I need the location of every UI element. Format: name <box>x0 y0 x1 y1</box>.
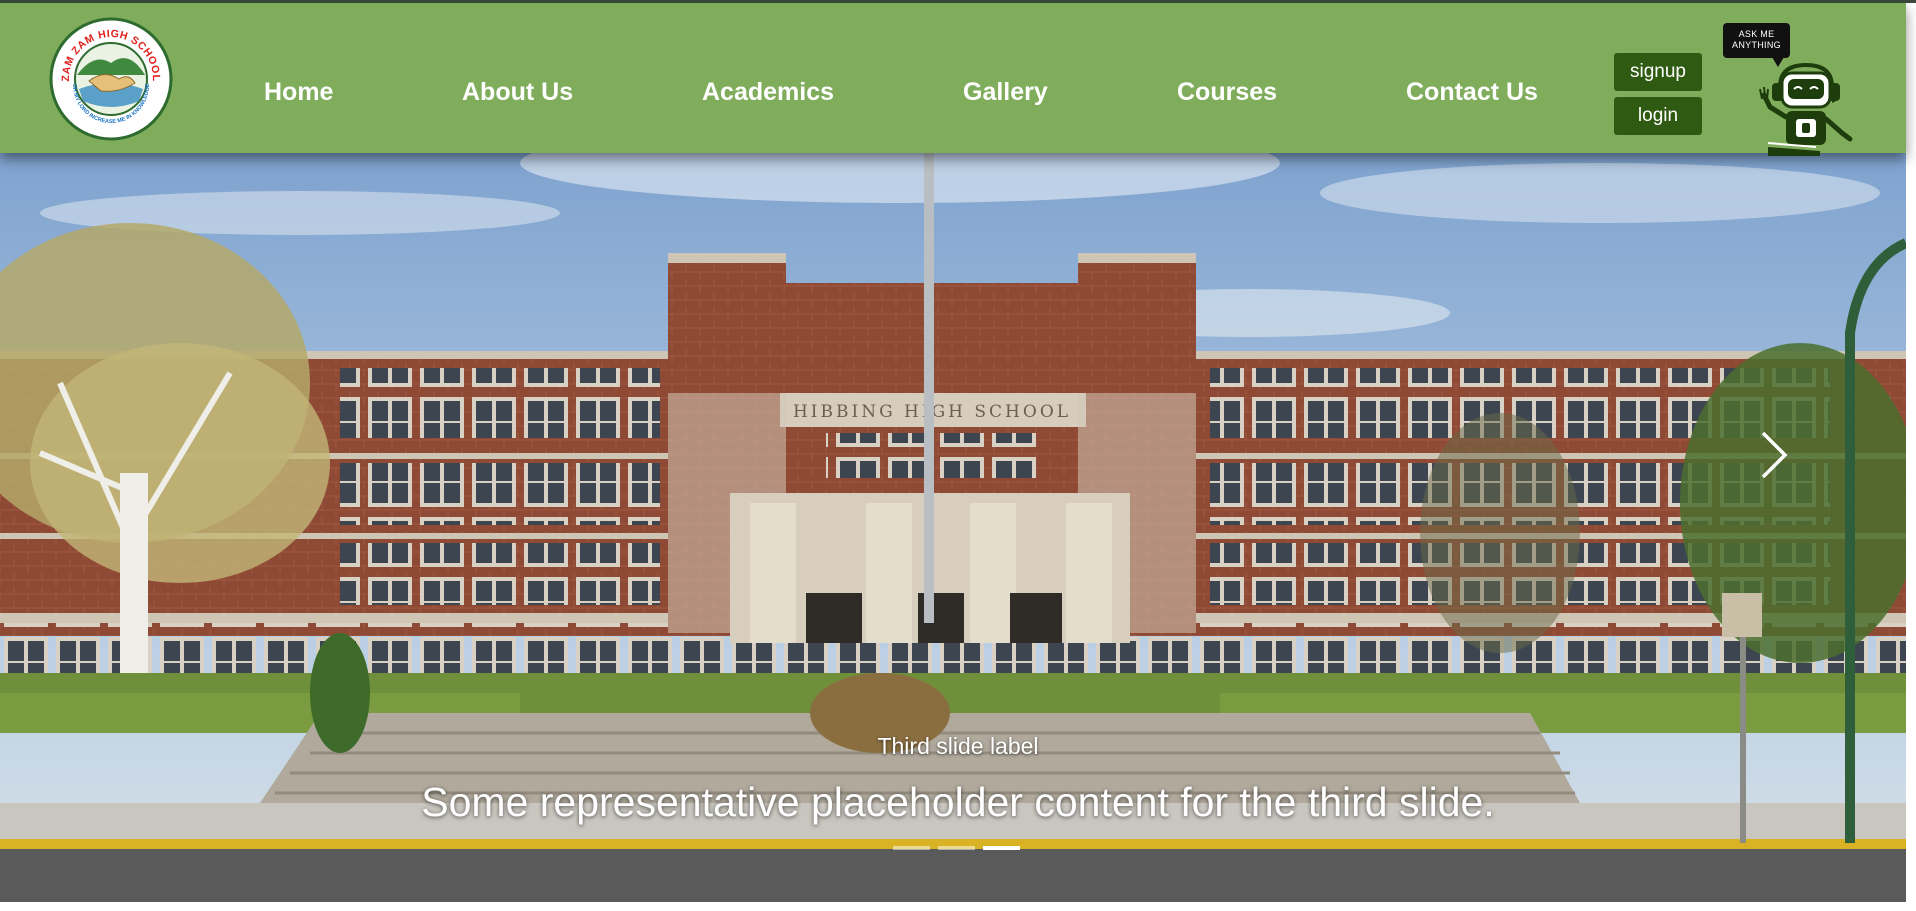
chevron-right-icon <box>1761 431 1788 479</box>
chatbot-launcher[interactable]: ASK ME ANYTHING <box>1720 19 1855 156</box>
signup-button[interactable]: signup <box>1614 53 1702 91</box>
page-scroll-gutter <box>1906 3 1916 911</box>
chatbot-bubble: ASK ME ANYTHING <box>1723 23 1790 58</box>
school-logo[interactable]: ZAM ZAM HIGH SCHOOL OH MY LORD INCREASE … <box>49 17 173 141</box>
hero-carousel: HIBBING HIGH SCHOOL Third slide label So… <box>0 153 1906 902</box>
robot-icon <box>1759 62 1853 156</box>
page-bottom-gap <box>0 902 1906 911</box>
carousel-indicator-1[interactable] <box>893 846 930 850</box>
nav-academics[interactable]: Academics <box>702 77 834 107</box>
chatbot-bubble-line2: ANYTHING <box>1732 40 1781 50</box>
nav-courses[interactable]: Courses <box>1177 77 1277 107</box>
slide-caption-label: Third slide label <box>877 733 1039 759</box>
nav-contact-us[interactable]: Contact Us <box>1406 77 1538 107</box>
chatbot-bubble-line1: ASK ME <box>1738 29 1775 39</box>
nav-about-us[interactable]: About Us <box>462 77 573 107</box>
carousel-indicator-3[interactable] <box>983 846 1020 850</box>
carousel-indicators <box>893 846 1020 852</box>
carousel-next-control[interactable] <box>1745 401 1805 501</box>
navbar: ZAM ZAM HIGH SCHOOL OH MY LORD INCREASE … <box>0 3 1906 156</box>
login-button[interactable]: login <box>1614 97 1702 135</box>
slide-caption-text: Some representative placeholder content … <box>421 779 1495 825</box>
school-logo-emblem: ZAM ZAM HIGH SCHOOL OH MY LORD INCREASE … <box>49 17 173 141</box>
carousel-indicator-2[interactable] <box>938 846 975 850</box>
nav-home[interactable]: Home <box>264 77 333 107</box>
nav-gallery[interactable]: Gallery <box>963 77 1048 107</box>
